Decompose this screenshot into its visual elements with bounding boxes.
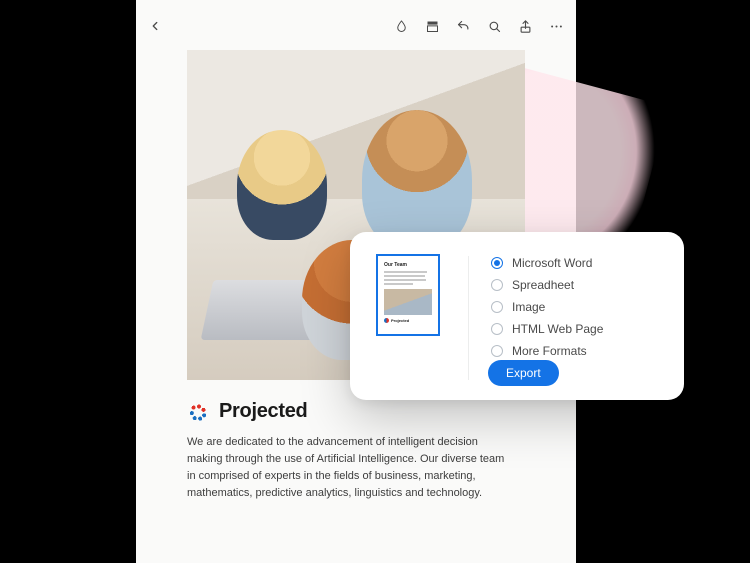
export-option-more[interactable]: More Formats [491,344,603,358]
export-option-spreadsheet[interactable]: Spreadheet [491,278,603,292]
thumb-title: Our Team [384,262,432,268]
export-option-label: More Formats [512,344,587,358]
panel-icon[interactable] [425,19,440,34]
search-icon[interactable] [487,19,502,34]
brand-row: Projected [187,400,307,423]
radio-icon [491,257,503,269]
undo-icon[interactable] [456,19,471,34]
share-icon[interactable] [518,19,533,34]
export-option-label: Image [512,300,545,314]
document-thumbnail[interactable]: Our Team Projected [376,254,440,336]
body-text: We are dedicated to the advancement of i… [187,434,505,502]
radio-icon [491,301,503,313]
export-option-label: Spreadheet [512,278,574,292]
export-option-word[interactable]: Microsoft Word [491,256,603,270]
export-option-html[interactable]: HTML Web Page [491,322,603,336]
export-option-image[interactable]: Image [491,300,603,314]
radio-icon [491,345,503,357]
droplet-icon[interactable] [394,19,409,34]
top-toolbar [136,14,576,38]
brand-name: Projected [219,400,307,423]
export-button[interactable]: Export [488,360,559,386]
thumb-brand: Projected [391,318,409,323]
panel-divider [468,256,469,380]
back-button[interactable] [148,19,162,33]
radio-icon [491,279,503,291]
more-icon[interactable] [549,19,564,34]
radio-icon [491,323,503,335]
thumb-brand-logo-icon [384,318,389,323]
brand-logo-icon [187,401,209,423]
export-option-label: HTML Web Page [512,322,603,336]
export-panel: Our Team Projected Microsoft Word Spread… [350,232,684,400]
export-option-label: Microsoft Word [512,256,592,270]
